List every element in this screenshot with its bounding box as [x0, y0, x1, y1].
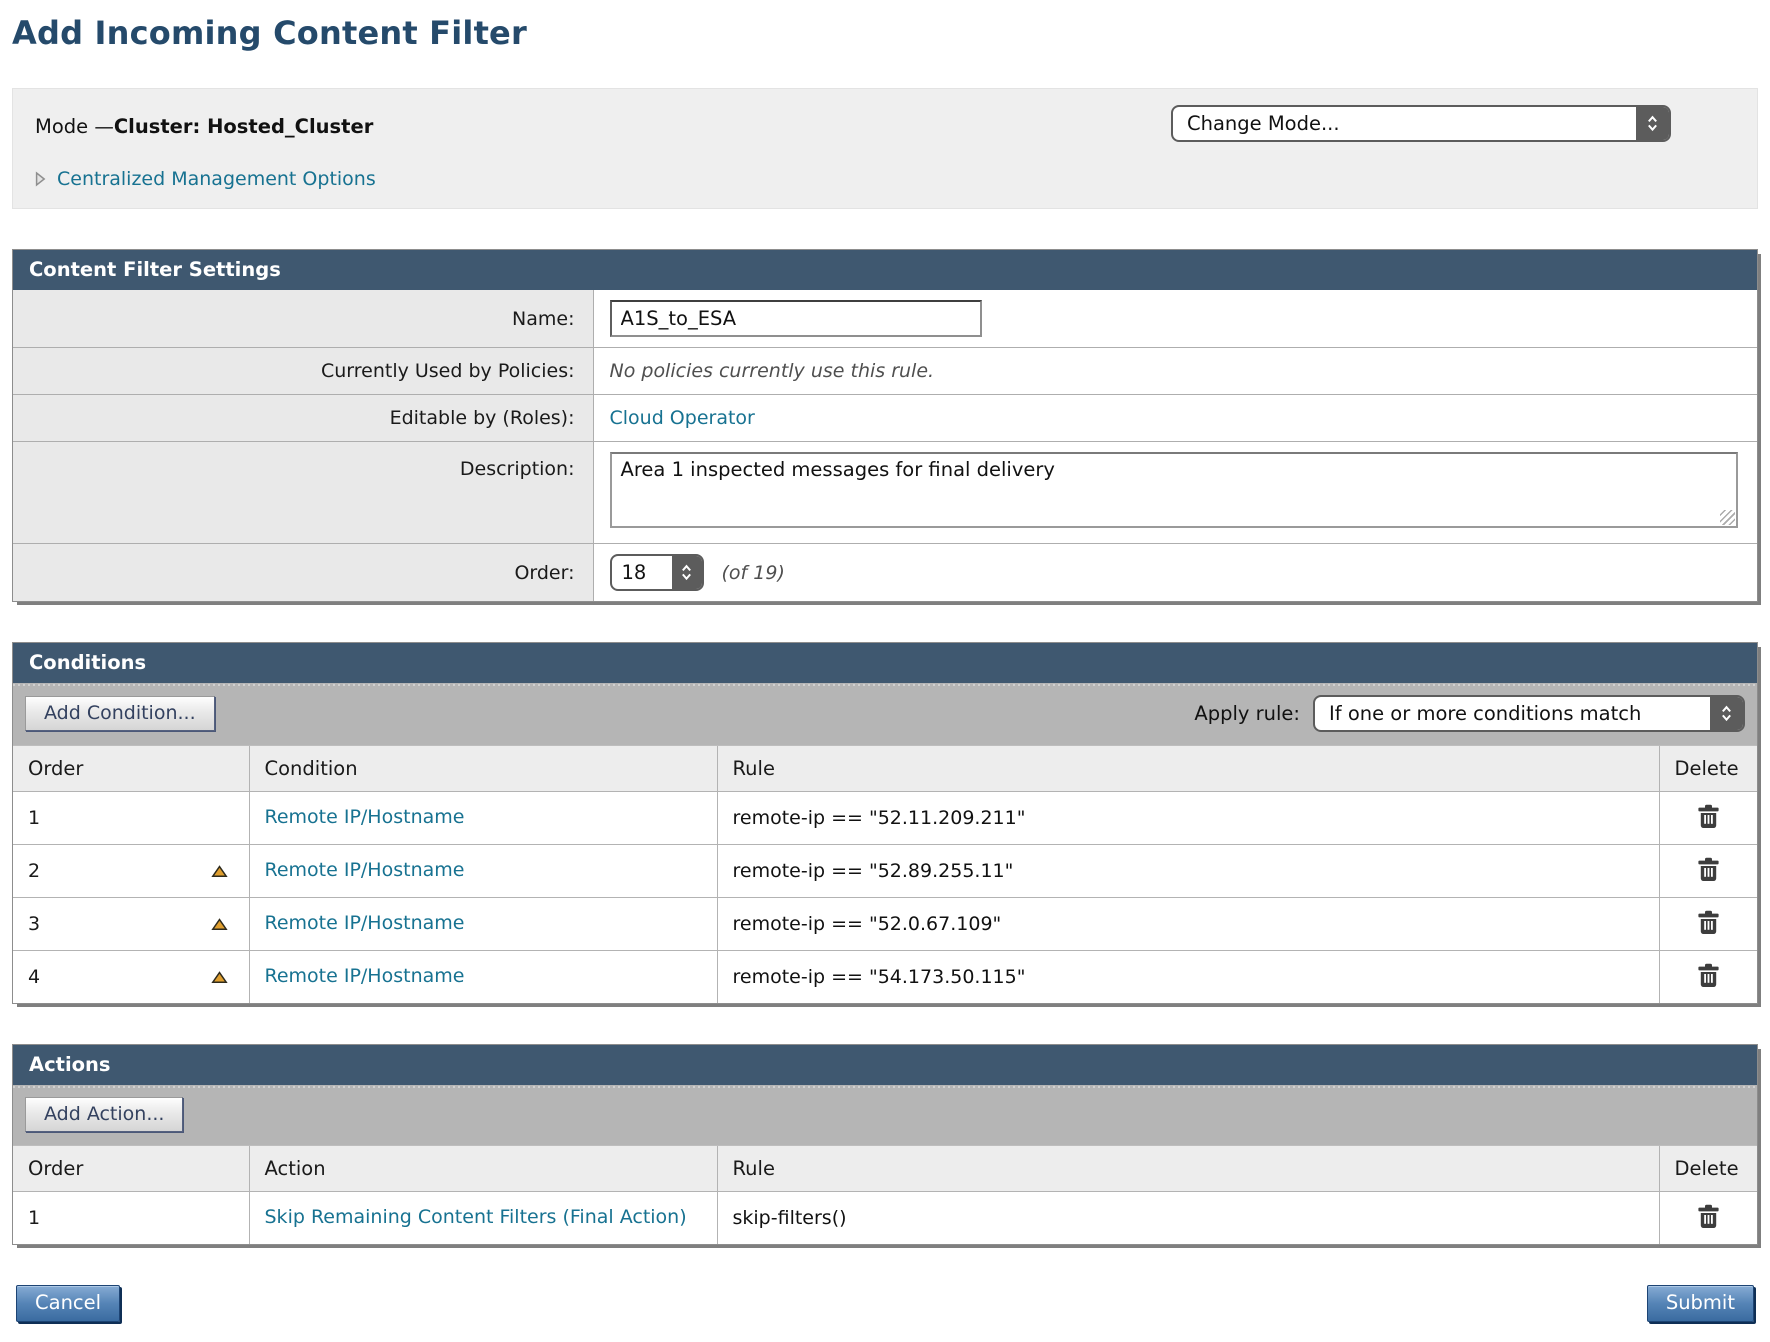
apply-rule-select-value: If one or more conditions match [1315, 697, 1710, 730]
policies-label: Currently Used by Policies: [13, 348, 593, 395]
policies-row: Currently Used by Policies: No policies … [13, 348, 1757, 395]
conditions-toolbar: Add Condition... Apply rule: If one or m… [13, 683, 1757, 745]
roles-row: Editable by (Roles): Cloud Operator [13, 395, 1757, 442]
condition-rule: remote-ip == "52.0.67.109" [733, 913, 1002, 935]
order-total: (of 19) [722, 562, 785, 584]
condition-rule: remote-ip == "54.173.50.115" [733, 966, 1026, 988]
centralized-management-row: Centralized Management Options [35, 168, 1735, 190]
column-header-rule: Rule [717, 1146, 1659, 1192]
change-mode-select-value: Change Mode... [1173, 107, 1636, 140]
column-header-delete: Delete [1659, 1146, 1757, 1192]
page-title: Add Incoming Content Filter [12, 14, 1758, 52]
condition-rule: remote-ip == "52.89.255.11" [733, 860, 1014, 882]
select-stepper-icon [1636, 107, 1669, 140]
add-action-button[interactable]: Add Action... [25, 1097, 183, 1132]
condition-rule: remote-ip == "52.11.209.211" [733, 807, 1026, 829]
page: Add Incoming Content Filter Mode —Cluste… [0, 0, 1770, 1342]
action-row: 1 Skip Remaining Content Filters (Final … [13, 1192, 1757, 1245]
trash-icon [1697, 923, 1720, 938]
move-up-button[interactable] [209, 863, 230, 880]
select-stepper-icon [1710, 697, 1743, 730]
move-up-icon [211, 972, 228, 987]
apply-rule-label: Apply rule: [1194, 702, 1300, 725]
condition-order: 1 [28, 807, 40, 829]
actions-table-header-row: Order Action Rule Delete [13, 1146, 1757, 1192]
action-rule: skip-filters() [733, 1207, 847, 1229]
apply-rule-select[interactable]: If one or more conditions match [1313, 695, 1745, 732]
cancel-button[interactable]: Cancel [16, 1285, 120, 1322]
condition-row: 3 Remote IP/Hostname remote-ip == "52.0.… [13, 898, 1757, 951]
actions-table: Order Action Rule Delete 1 Skip Remainin… [13, 1145, 1757, 1244]
trash-icon [1697, 870, 1720, 885]
mode-panel: Mode —Cluster: Hosted_Cluster Change Mod… [12, 88, 1758, 209]
delete-condition-button[interactable] [1695, 908, 1722, 937]
column-header-delete: Delete [1659, 746, 1757, 792]
conditions-header: Conditions [13, 643, 1757, 683]
condition-row: 1 Remote IP/Hostname remote-ip == "52.11… [13, 792, 1757, 845]
actions-toolbar: Add Action... [13, 1085, 1757, 1145]
order-select[interactable]: 18 [610, 554, 704, 591]
description-row: Description: Area 1 inspected messages f… [13, 442, 1757, 544]
centralized-management-options-link[interactable]: Centralized Management Options [57, 168, 376, 190]
column-header-condition: Condition [249, 746, 717, 792]
mode-text: Mode —Cluster: Hosted_Cluster [35, 109, 373, 138]
condition-row: 4 Remote IP/Hostname remote-ip == "54.17… [13, 951, 1757, 1004]
column-header-action: Action [249, 1146, 717, 1192]
content-filter-settings-header: Content Filter Settings [13, 250, 1757, 290]
policies-value: No policies currently use this rule. [593, 348, 1757, 395]
column-header-order: Order [13, 1146, 249, 1192]
change-mode-select[interactable]: Change Mode... [1171, 105, 1671, 142]
delete-condition-button[interactable] [1695, 802, 1722, 831]
column-header-rule: Rule [717, 746, 1659, 792]
action-link[interactable]: Skip Remaining Content Filters (Final Ac… [265, 1206, 687, 1228]
trash-icon [1697, 1217, 1720, 1232]
column-header-order: Order [13, 746, 249, 792]
mode-label: Mode — [35, 115, 114, 138]
name-row: Name: [13, 290, 1757, 348]
mode-row: Mode —Cluster: Hosted_Cluster Change Mod… [35, 105, 1735, 142]
order-select-value: 18 [612, 556, 672, 589]
order-label: Order: [13, 544, 593, 602]
conditions-table-header-row: Order Condition Rule Delete [13, 746, 1757, 792]
conditions-table: Order Condition Rule Delete 1 Remote IP/… [13, 745, 1757, 1003]
description-textarea[interactable]: Area 1 inspected messages for final deli… [610, 452, 1738, 528]
conditions-panel: Conditions Add Condition... Apply rule: … [12, 642, 1758, 1004]
trash-icon [1697, 976, 1720, 991]
select-stepper-icon [672, 556, 702, 589]
delete-action-button[interactable] [1695, 1202, 1722, 1231]
action-order: 1 [28, 1207, 40, 1229]
description-label: Description: [13, 442, 593, 544]
footer-buttons: Cancel Submit [12, 1285, 1758, 1322]
condition-link[interactable]: Remote IP/Hostname [265, 912, 465, 934]
move-up-button[interactable] [209, 916, 230, 933]
condition-order: 2 [28, 860, 40, 882]
condition-link[interactable]: Remote IP/Hostname [265, 965, 465, 987]
move-up-icon [211, 919, 228, 934]
order-row: Order: 18 (of 19) [13, 544, 1757, 602]
condition-order: 3 [28, 913, 40, 935]
roles-label: Editable by (Roles): [13, 395, 593, 442]
delete-condition-button[interactable] [1695, 855, 1722, 884]
name-input[interactable] [610, 300, 982, 337]
condition-row: 2 Remote IP/Hostname remote-ip == "52.89… [13, 845, 1757, 898]
name-label: Name: [13, 290, 593, 348]
condition-link[interactable]: Remote IP/Hostname [265, 806, 465, 828]
condition-link[interactable]: Remote IP/Hostname [265, 859, 465, 881]
cloud-operator-link[interactable]: Cloud Operator [610, 407, 755, 429]
add-condition-button[interactable]: Add Condition... [25, 696, 215, 731]
actions-header: Actions [13, 1045, 1757, 1085]
actions-panel: Actions Add Action... Order Action Rule … [12, 1044, 1758, 1245]
submit-button[interactable]: Submit [1647, 1285, 1754, 1322]
delete-condition-button[interactable] [1695, 961, 1722, 990]
disclosure-triangle-icon[interactable] [35, 171, 46, 187]
condition-order: 4 [28, 966, 40, 988]
content-filter-settings-panel: Content Filter Settings Name: Currently … [12, 249, 1758, 602]
mode-value: Cluster: Hosted_Cluster [114, 115, 373, 138]
content-filter-settings-table: Name: Currently Used by Policies: No pol… [13, 290, 1757, 601]
apply-rule-group: Apply rule: If one or more conditions ma… [1194, 695, 1745, 732]
trash-icon [1697, 817, 1720, 832]
move-up-icon [211, 866, 228, 881]
move-up-button[interactable] [209, 969, 230, 986]
